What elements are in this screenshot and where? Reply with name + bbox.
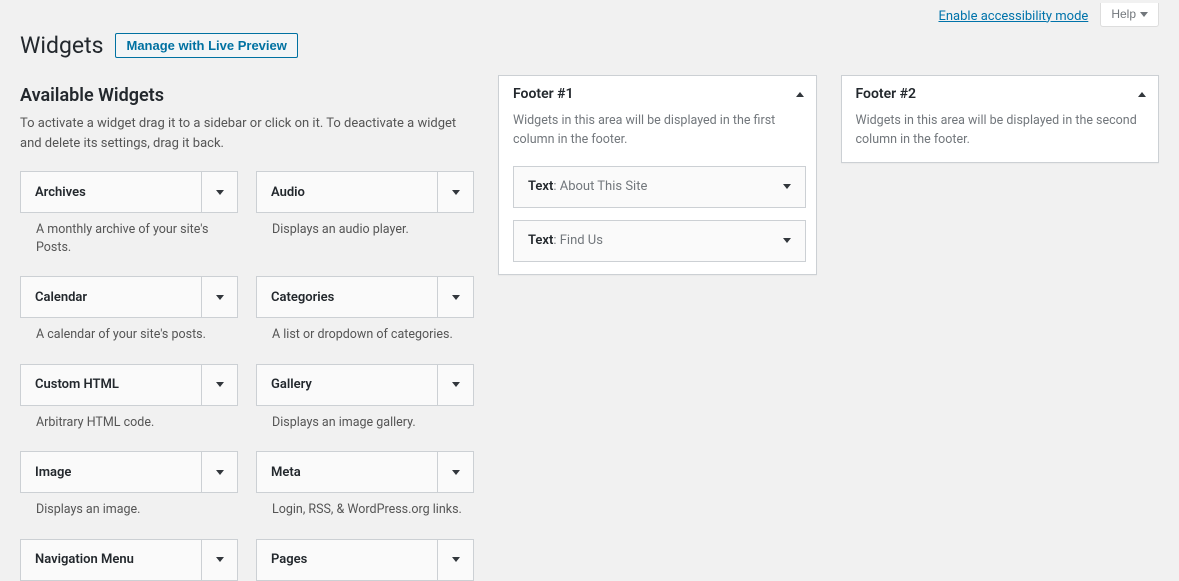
widget-label: Meta <box>271 465 301 480</box>
widget-toggle-button[interactable] <box>201 365 237 405</box>
footer-2-description: Widgets in this area will be displayed i… <box>856 112 1149 150</box>
footer-2-toggle[interactable]: Footer #2 <box>842 76 1159 112</box>
footer-1-widget-text-findus[interactable]: Text: Find Us <box>513 220 806 262</box>
widget-label: Calendar <box>35 290 87 305</box>
widget-custom-html[interactable]: Custom HTML <box>20 364 238 406</box>
widget-label: Pages <box>271 552 307 567</box>
chevron-down-icon <box>1140 12 1148 17</box>
widget-toggle-button[interactable] <box>769 167 805 207</box>
widget-toggle-button[interactable] <box>437 172 473 212</box>
widget-toggle-button[interactable] <box>437 365 473 405</box>
widget-description: A list or dropdown of categories. <box>256 318 474 354</box>
widget-categories[interactable]: Categories <box>256 276 474 318</box>
widget-label: Archives <box>35 185 86 200</box>
widget-description: Login, RSS, & WordPress.org links. <box>256 493 474 529</box>
widget-description: Displays an image gallery. <box>256 406 474 442</box>
widget-toggle-button[interactable] <box>437 277 473 317</box>
widget-label: Gallery <box>271 377 312 392</box>
manage-live-preview-button[interactable]: Manage with Live Preview <box>115 33 297 58</box>
widget-meta[interactable]: Meta <box>256 451 474 493</box>
widget-toggle-button[interactable] <box>201 540 237 580</box>
widget-toggle-button[interactable] <box>201 172 237 212</box>
widget-label: Custom HTML <box>35 377 119 392</box>
widget-description: Arbitrary HTML code. <box>20 406 238 442</box>
chevron-down-icon <box>452 470 460 475</box>
chevron-up-icon <box>1138 92 1146 97</box>
widget-image[interactable]: Image <box>20 451 238 493</box>
available-widgets-heading: Available Widgets <box>20 85 474 106</box>
available-widgets-grid: Archives A monthly archive of your site'… <box>20 171 474 581</box>
widget-pages[interactable]: Pages <box>256 539 474 581</box>
chevron-down-icon <box>452 557 460 562</box>
chevron-down-icon <box>783 184 791 189</box>
footer-2-title: Footer #2 <box>856 86 917 102</box>
widget-label: Image <box>35 465 71 480</box>
chevron-down-icon <box>452 190 460 195</box>
widget-toggle-button[interactable] <box>201 452 237 492</box>
widget-label: Categories <box>271 290 334 305</box>
widget-toggle-button[interactable] <box>769 221 805 261</box>
available-widgets-description: To activate a widget drag it to a sideba… <box>20 114 474 153</box>
chevron-down-icon <box>216 557 224 562</box>
placed-widget-label: Text: Find Us <box>528 233 603 248</box>
enable-accessibility-link[interactable]: Enable accessibility mode <box>938 9 1088 24</box>
footer-1-title: Footer #1 <box>513 86 574 102</box>
chevron-down-icon <box>216 190 224 195</box>
chevron-down-icon <box>452 382 460 387</box>
available-widgets-column: Available Widgets To activate a widget d… <box>20 75 474 581</box>
widget-gallery[interactable]: Gallery <box>256 364 474 406</box>
widget-calendar[interactable]: Calendar <box>20 276 238 318</box>
chevron-down-icon <box>783 238 791 243</box>
help-dropdown-button[interactable]: Help <box>1100 3 1159 27</box>
widget-toggle-button[interactable] <box>437 540 473 580</box>
widget-description: Displays an image. <box>20 493 238 529</box>
footer-1-area: Footer #1 Widgets in this area will be d… <box>498 75 817 275</box>
chevron-down-icon <box>452 295 460 300</box>
widget-label: Audio <box>271 185 305 200</box>
chevron-down-icon <box>216 295 224 300</box>
widget-description: A monthly archive of your site's Posts. <box>20 213 238 266</box>
widget-archives[interactable]: Archives <box>20 171 238 213</box>
footer-1-widget-text-about[interactable]: Text: About This Site <box>513 166 806 208</box>
widget-audio[interactable]: Audio <box>256 171 474 213</box>
footer-2-area: Footer #2 Widgets in this area will be d… <box>841 75 1160 163</box>
page-title: Widgets <box>20 32 103 59</box>
widget-label: Navigation Menu <box>35 552 134 567</box>
footer-1-toggle[interactable]: Footer #1 <box>499 76 816 112</box>
widget-navigation-menu[interactable]: Navigation Menu <box>20 539 238 581</box>
widget-description: A calendar of your site's posts. <box>20 318 238 354</box>
footer-1-description: Widgets in this area will be displayed i… <box>513 112 806 150</box>
chevron-down-icon <box>216 470 224 475</box>
chevron-down-icon <box>216 382 224 387</box>
chevron-up-icon <box>796 92 804 97</box>
placed-widget-label: Text: About This Site <box>528 179 647 194</box>
widget-description: Displays an audio player. <box>256 213 474 249</box>
widget-toggle-button[interactable] <box>201 277 237 317</box>
help-label: Help <box>1111 7 1136 21</box>
widget-toggle-button[interactable] <box>437 452 473 492</box>
